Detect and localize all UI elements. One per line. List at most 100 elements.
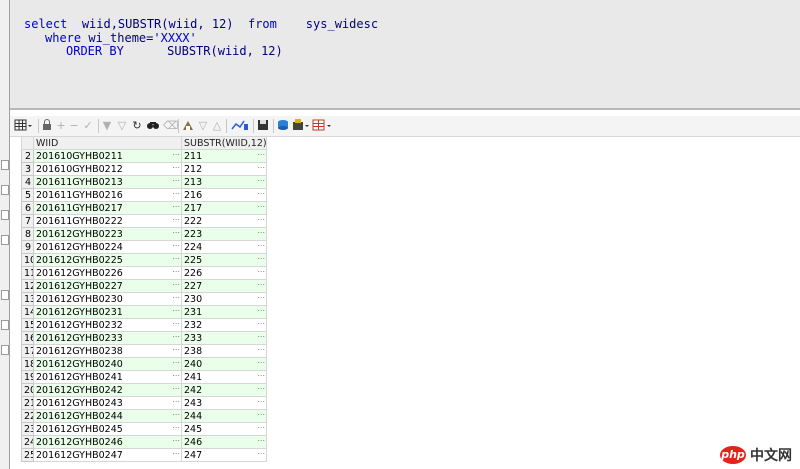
- cell-edit-button[interactable]: ...: [257, 203, 265, 209]
- cell-edit-button[interactable]: ...: [257, 424, 265, 430]
- cell-edit-button[interactable]: ...: [257, 294, 265, 300]
- cell-substr[interactable]: 213...: [181, 175, 267, 189]
- cell-edit-button[interactable]: ...: [257, 177, 265, 183]
- table-row[interactable]: 10201612GYHB0225...225...: [21, 253, 267, 267]
- table-menu-icon[interactable]: [312, 118, 334, 133]
- table-row[interactable]: 6 201611GYHB0217... 217...: [21, 201, 267, 215]
- cell-wiid[interactable]: 201611GYHB0222...: [33, 214, 182, 228]
- cell-wiid[interactable]: 201611GYHB0213...: [33, 175, 182, 189]
- cell-edit-button[interactable]: ...: [172, 294, 180, 300]
- table-row[interactable]: 19201612GYHB0241...241...: [21, 370, 267, 384]
- cell-edit-button[interactable]: ...: [257, 151, 265, 157]
- cell-edit-button[interactable]: ...: [172, 450, 180, 456]
- cell-edit-button[interactable]: ...: [257, 411, 265, 417]
- table-row[interactable]: 11201612GYHB0226...226...: [21, 266, 267, 280]
- cell-wiid[interactable]: 201612GYHB0223...: [33, 227, 182, 241]
- cell-edit-button[interactable]: ...: [172, 229, 180, 235]
- cell-substr[interactable]: 227...: [181, 279, 267, 293]
- cell-edit-button[interactable]: ...: [172, 333, 180, 339]
- cell-edit-button[interactable]: ...: [257, 437, 265, 443]
- cell-edit-button[interactable]: ...: [172, 203, 180, 209]
- export-icon[interactable]: [276, 118, 290, 133]
- cell-substr[interactable]: 231...: [181, 305, 267, 319]
- cell-edit-button[interactable]: ...: [172, 437, 180, 443]
- table-row[interactable]: 2 201610GYHB0211... 211...: [21, 149, 267, 163]
- table-row[interactable]: 14201612GYHB0231...231...: [21, 305, 267, 319]
- cell-edit-button[interactable]: ...: [257, 216, 265, 222]
- cell-edit-button[interactable]: ...: [257, 346, 265, 352]
- row-number[interactable]: 22: [21, 409, 34, 423]
- row-number[interactable]: 5: [21, 188, 34, 202]
- row-number[interactable]: 23: [21, 422, 34, 436]
- cell-edit-button[interactable]: ...: [257, 255, 265, 261]
- cell-wiid[interactable]: 201612GYHB0243...: [33, 396, 182, 410]
- cell-edit-button[interactable]: ...: [172, 398, 180, 404]
- grid-menu-icon[interactable]: [13, 118, 35, 133]
- cell-substr[interactable]: 230...: [181, 292, 267, 306]
- cell-edit-button[interactable]: ...: [172, 411, 180, 417]
- cell-substr[interactable]: 243...: [181, 396, 267, 410]
- row-number[interactable]: 10: [21, 253, 34, 267]
- row-number[interactable]: 19: [21, 370, 34, 384]
- row-number[interactable]: 12: [21, 279, 34, 293]
- refresh-icon[interactable]: ↻: [131, 118, 143, 133]
- cell-edit-button[interactable]: ...: [172, 255, 180, 261]
- table-row[interactable]: 15201612GYHB0232...232...: [21, 318, 267, 332]
- cell-edit-button[interactable]: ...: [257, 450, 265, 456]
- cell-edit-button[interactable]: ...: [172, 268, 180, 274]
- row-number[interactable]: 15: [21, 318, 34, 332]
- cell-substr[interactable]: 241...: [181, 370, 267, 384]
- cell-wiid[interactable]: 201610GYHB0211...: [33, 149, 182, 163]
- filter-icon[interactable]: ▼: [101, 118, 113, 133]
- table-row[interactable]: 9 201612GYHB0224... 224...: [21, 240, 267, 254]
- cell-substr[interactable]: 222...: [181, 214, 267, 228]
- sql-editor[interactable]: select wiid,SUBSTR(wiid, 12) from sys_wi…: [10, 0, 800, 110]
- cell-edit-button[interactable]: ...: [172, 385, 180, 391]
- cell-wiid[interactable]: 201612GYHB0227...: [33, 279, 182, 293]
- row-number[interactable]: 9: [21, 240, 34, 254]
- table-row[interactable]: 21201612GYHB0243...243...: [21, 396, 267, 410]
- table-row[interactable]: 12201612GYHB0227...227...: [21, 279, 267, 293]
- row-number[interactable]: 2: [21, 149, 34, 163]
- row-indicator-header[interactable]: [21, 136, 34, 150]
- lock-icon[interactable]: [41, 118, 53, 133]
- cell-edit-button[interactable]: ...: [172, 164, 180, 170]
- table-row[interactable]: 22201612GYHB0244...244...: [21, 409, 267, 423]
- cell-edit-button[interactable]: ...: [172, 307, 180, 313]
- cell-wiid[interactable]: 201612GYHB0232...: [33, 318, 182, 332]
- column-header-substr[interactable]: SUBSTR(WIID,12): [181, 136, 267, 150]
- row-number[interactable]: 13: [21, 292, 34, 306]
- row-number[interactable]: 7: [21, 214, 34, 228]
- table-row[interactable]: 4 201611GYHB0213... 213...: [21, 175, 267, 189]
- cell-wiid[interactable]: 201612GYHB0226...: [33, 266, 182, 280]
- cell-substr[interactable]: 226...: [181, 266, 267, 280]
- cell-edit-button[interactable]: ...: [257, 320, 265, 326]
- row-number[interactable]: 11: [21, 266, 34, 280]
- cell-edit-button[interactable]: ...: [257, 281, 265, 287]
- cell-substr[interactable]: 225...: [181, 253, 267, 267]
- chart-icon[interactable]: [230, 118, 250, 133]
- table-row[interactable]: 17201612GYHB0238...238...: [21, 344, 267, 358]
- cell-edit-button[interactable]: ...: [172, 242, 180, 248]
- cell-edit-button[interactable]: ...: [172, 372, 180, 378]
- prev-icon[interactable]: ▽: [197, 118, 209, 133]
- cell-wiid[interactable]: 201612GYHB0238...: [33, 344, 182, 358]
- table-row[interactable]: 13201612GYHB0230...230...: [21, 292, 267, 306]
- cell-edit-button[interactable]: ...: [257, 229, 265, 235]
- cell-wiid[interactable]: 201612GYHB0224...: [33, 240, 182, 254]
- cell-wiid[interactable]: 201612GYHB0245...: [33, 422, 182, 436]
- cell-edit-button[interactable]: ...: [172, 424, 180, 430]
- cell-wiid[interactable]: 201611GYHB0217...: [33, 201, 182, 215]
- cell-substr[interactable]: 238...: [181, 344, 267, 358]
- cell-wiid[interactable]: 201612GYHB0230...: [33, 292, 182, 306]
- cell-wiid[interactable]: 201612GYHB0225...: [33, 253, 182, 267]
- cell-substr[interactable]: 232...: [181, 318, 267, 332]
- navigate-icon[interactable]: [181, 118, 195, 133]
- cell-substr[interactable]: 212...: [181, 162, 267, 176]
- print-icon[interactable]: [292, 118, 310, 133]
- cell-wiid[interactable]: 201612GYHB0247...: [33, 448, 182, 462]
- cell-substr[interactable]: 224...: [181, 240, 267, 254]
- post-icon[interactable]: ✓: [82, 118, 94, 133]
- find-icon[interactable]: [146, 118, 160, 133]
- table-row[interactable]: 5 201611GYHB0216... 216...: [21, 188, 267, 202]
